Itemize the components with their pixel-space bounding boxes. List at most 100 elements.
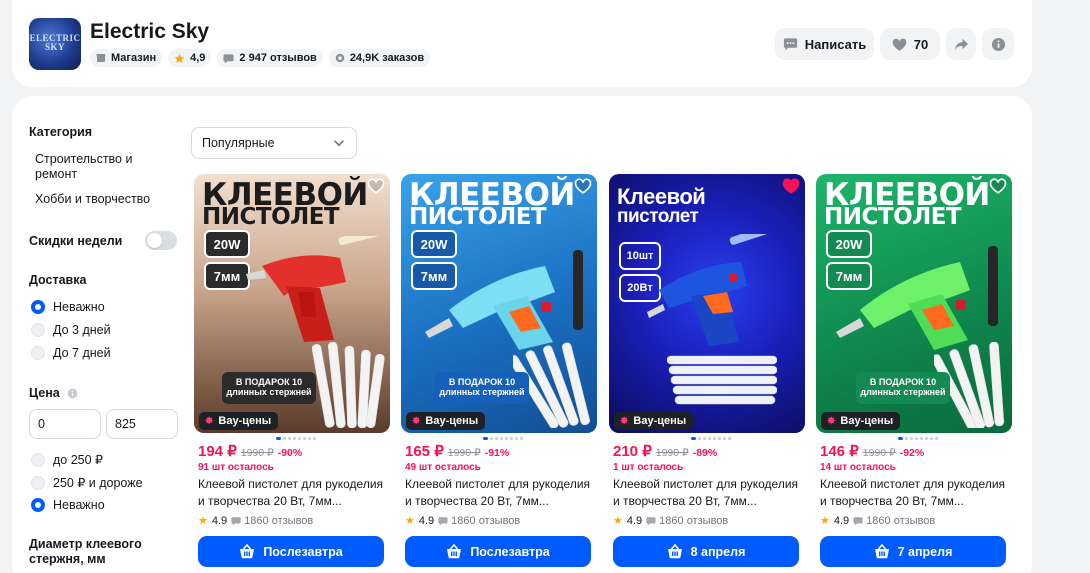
product-image[interactable]: КЛЕЕВОЙ ПИСТОЛЕТ 20W 7мм В ПОДАРОК 10 дл… — [401, 174, 597, 433]
sparkle-icon: ✸ — [205, 415, 214, 427]
product-title[interactable]: Клеевой пистолет для рукоделия и творчес… — [198, 476, 388, 510]
price-row: 165 ₽ 1990 ₽ -91% — [405, 442, 509, 460]
sort-select[interactable]: Популярные — [191, 127, 357, 159]
image-carousel-dots[interactable] — [276, 437, 316, 440]
basket-icon — [447, 544, 462, 559]
price-option-under-250[interactable]: до 250 ₽ — [31, 452, 103, 467]
delivery-option-7days[interactable]: До 7 дней — [31, 346, 111, 360]
price-row: 194 ₽ 1990 ₽ -90% — [198, 442, 302, 460]
reviews-count: 1860 отзывов — [244, 514, 314, 527]
favorite-heart-icon[interactable] — [574, 178, 592, 194]
favorite-heart-icon[interactable] — [989, 178, 1007, 194]
current-price: 194 ₽ — [198, 443, 237, 460]
image-headline: Клеевой — [617, 184, 706, 209]
comment-icon — [646, 516, 656, 525]
basket-icon — [874, 544, 889, 559]
info-button[interactable] — [982, 28, 1014, 60]
product-rating: ★ 4.9 1860 отзывов — [613, 514, 728, 528]
image-subheadline: ПИСТОЛЕТ — [202, 204, 340, 230]
store-logo[interactable]: ELECTRIC SKY — [29, 18, 81, 70]
image-carousel-dots[interactable] — [691, 437, 731, 440]
product-card[interactable]: КЛЕЕВОЙ ПИСТОЛЕТ 20W 7мм В ПОДАРОК 10 дл… — [816, 174, 1012, 567]
stock-left: 91 шт осталось — [198, 462, 274, 473]
delivery-button[interactable]: Послезавтра — [405, 536, 591, 567]
store-name[interactable]: Electric Sky — [90, 20, 209, 44]
delivery-button[interactable]: Послезавтра — [198, 536, 384, 567]
share-button[interactable] — [946, 28, 976, 60]
discount: -91% — [484, 447, 510, 459]
glue-gun-illustration — [425, 250, 583, 350]
reviews-count: 1860 отзывов — [451, 514, 521, 527]
chevron-down-icon — [334, 140, 344, 147]
reviews[interactable]: 1860 отзывов — [853, 515, 935, 527]
delivery-option-any[interactable]: Неважно — [31, 300, 105, 314]
delivery-option-3days[interactable]: До 3 дней — [31, 323, 111, 337]
basket-icon — [667, 544, 682, 559]
star-icon: ★ — [405, 515, 415, 527]
basket-icon — [240, 544, 255, 559]
info-icon[interactable] — [67, 388, 78, 399]
price-row: 146 ₽ 1990 ₽ -92% — [820, 442, 924, 460]
product-card[interactable]: Клеевой пистолет 10шт 20Вт ✸ Вау-цены 21… — [609, 174, 805, 567]
store-type: Магазин — [111, 52, 157, 64]
product-card[interactable]: КЛЕЕВОЙ ПИСТОЛЕТ 20W 7мм В ПОДАРОК 10 дл… — [194, 174, 390, 567]
shop-icon — [96, 54, 106, 62]
product-title[interactable]: Клеевой пистолет для рукоделия и творчес… — [613, 476, 803, 510]
product-title[interactable]: Клеевой пистолет для рукоделия и творчес… — [405, 476, 595, 510]
price-option-any[interactable]: Неважно — [31, 498, 105, 512]
chat-icon — [783, 38, 797, 51]
star-icon: ★ — [613, 515, 623, 527]
discount: -89% — [692, 447, 718, 459]
reviews[interactable]: 1860 отзывов — [646, 515, 728, 527]
price-option-over-250[interactable]: 250 ₽ и дороже — [31, 475, 143, 490]
sparkle-icon: ✸ — [412, 415, 421, 427]
orders-icon — [335, 53, 345, 63]
reviews[interactable]: 1860 отзывов — [438, 515, 520, 527]
delivery-option-label: До 3 дней — [53, 323, 111, 337]
store-logo-text: ELECTRIC SKY — [29, 33, 81, 52]
glue-sticks-illustration — [667, 355, 777, 405]
old-price: 1990 ₽ — [655, 447, 689, 459]
delivery-title: Доставка — [29, 273, 87, 287]
glue-sticks-illustration — [312, 342, 385, 428]
radio-icon — [31, 475, 45, 490]
store-reviews-chip[interactable]: 2 947 отзывов — [217, 49, 323, 67]
favorite-store-button[interactable]: 70 — [880, 28, 940, 60]
product-image[interactable]: КЛЕЕВОЙ ПИСТОЛЕТ 20W 7мм В ПОДАРОК 10 дл… — [816, 174, 1012, 433]
price-min-input[interactable]: 0 — [29, 409, 101, 439]
glue-gun-illustration — [246, 236, 388, 342]
weekly-discounts-toggle[interactable] — [145, 231, 177, 250]
current-price: 146 ₽ — [820, 443, 859, 460]
stock-left: 49 шт осталось — [405, 462, 481, 473]
radio-selected-icon — [31, 300, 45, 314]
category-link-hobby[interactable]: Хобби и творчество — [35, 192, 155, 207]
price-option-label: 250 ₽ и дороже — [53, 476, 143, 490]
reviews[interactable]: 1860 отзывов — [231, 515, 313, 527]
delivery-button[interactable]: 8 апреля — [613, 536, 799, 567]
product-image[interactable]: Клеевой пистолет 10шт 20Вт ✸ Вау-цены — [609, 174, 805, 433]
promo-badge-label: Вау-цены — [633, 415, 687, 427]
product-card[interactable]: КЛЕЕВОЙ ПИСТОЛЕТ 20W 7мм В ПОДАРОК 10 дл… — [401, 174, 597, 567]
comment-icon — [223, 53, 234, 63]
rating-value: 4.9 — [626, 514, 643, 527]
product-title[interactable]: Клеевой пистолет для рукоделия и творчес… — [820, 476, 1010, 510]
weekly-discounts-label: Скидки недели — [29, 234, 123, 248]
favorite-heart-icon[interactable] — [782, 178, 800, 194]
stock-left: 1 шт осталось — [613, 462, 684, 473]
image-carousel-dots[interactable] — [898, 437, 938, 440]
write-message-button[interactable]: Написать — [775, 28, 874, 60]
product-rating: ★ 4.9 1860 отзывов — [198, 514, 313, 528]
category-link-construction[interactable]: Строительство и ремонт — [35, 152, 155, 182]
old-price: 1990 ₽ — [862, 447, 896, 459]
product-image[interactable]: КЛЕЕВОЙ ПИСТОЛЕТ 20W 7мм В ПОДАРОК 10 дл… — [194, 174, 390, 433]
sparkle-icon: ✸ — [827, 415, 836, 427]
sparkle-icon: ✸ — [620, 415, 629, 427]
favorite-heart-icon[interactable] — [367, 178, 385, 194]
info-icon — [991, 37, 1005, 51]
delivery-label: Послезавтра — [470, 544, 550, 559]
image-subheadline: пистолет — [617, 206, 699, 227]
delivery-button[interactable]: 7 апреля — [820, 536, 1006, 567]
price-max-input[interactable]: 825 — [106, 409, 178, 439]
promo-badge: ✸ Вау-цены — [406, 412, 486, 430]
image-carousel-dots[interactable] — [483, 437, 523, 440]
